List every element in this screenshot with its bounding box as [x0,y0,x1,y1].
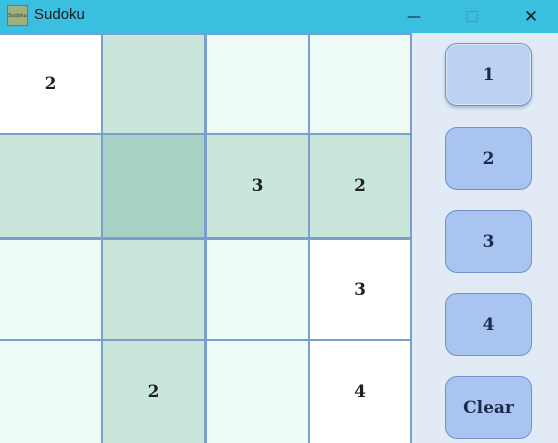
board-cell[interactable] [207,240,308,339]
board-cell[interactable]: 3 [207,135,308,237]
number-panel: 1 2 3 4 Clear [412,33,558,443]
board-cell[interactable]: 2 [310,135,410,237]
clear-button[interactable]: Clear [445,376,532,439]
board-cell[interactable] [0,341,101,443]
board-cell[interactable]: 4 [310,341,410,443]
number-3-button[interactable]: 3 [445,210,532,273]
board-cell[interactable]: 2 [0,35,101,133]
board-cell[interactable] [0,135,101,237]
app-icon: Sudoku [7,5,28,26]
board-cell[interactable] [207,35,308,133]
sudoku-board: 2 3 2 3 2 4 [0,33,412,443]
board-cell[interactable]: 3 [310,240,410,339]
close-button[interactable]: ✕ [508,0,554,33]
number-4-button[interactable]: 4 [445,293,532,356]
board-cell[interactable] [103,240,204,339]
board-cell[interactable]: 2 [103,341,204,443]
title-bar: Sudoku Sudoku — ☐ ✕ [0,0,558,33]
maximize-button[interactable]: ☐ [449,0,495,33]
window-title: Sudoku [34,6,85,23]
board-cell[interactable] [310,35,410,133]
board-cell[interactable] [207,341,308,443]
board-cell[interactable] [103,35,204,133]
number-2-button[interactable]: 2 [445,127,532,190]
board-cell[interactable] [0,240,101,339]
number-1-button[interactable]: 1 [445,43,532,106]
minimize-button[interactable]: — [391,0,437,33]
board-cell-selected[interactable] [103,135,204,237]
